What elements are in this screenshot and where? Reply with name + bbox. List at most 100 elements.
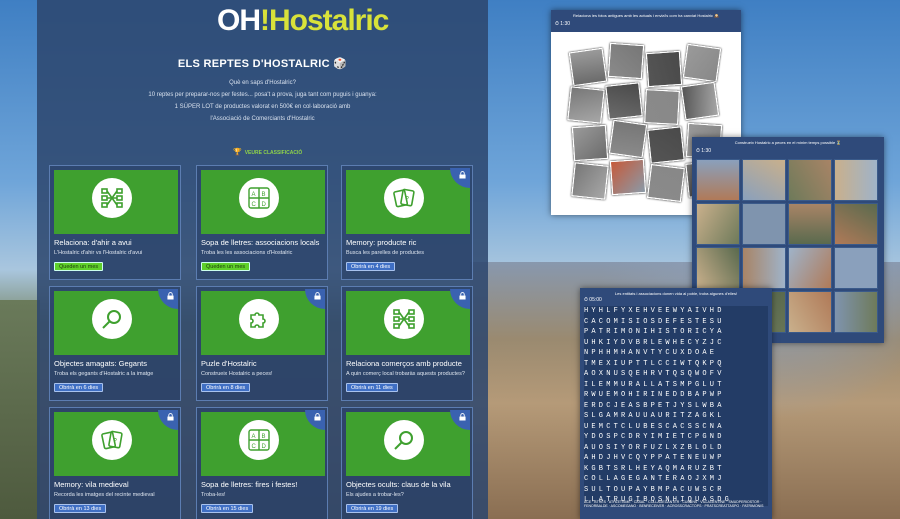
game-card[interactable]: A B C D Sopa de lletres: associacions locals… xyxy=(196,165,328,280)
old-photo[interactable] xyxy=(605,82,643,120)
svg-text:A: A xyxy=(252,434,256,440)
grid-row[interactable]: AUOSIYORFUZLXZBLOLD xyxy=(584,442,768,453)
card-status-badge[interactable]: Obrirà en 19 dies xyxy=(346,504,399,513)
grid-row[interactable]: COLLAGEGANTERAOJXMJ xyxy=(584,474,768,485)
grid-row[interactable]: ERDCJEASBPETJYSLWBA xyxy=(584,400,768,411)
old-photo[interactable] xyxy=(609,158,647,196)
card-status-badge[interactable]: Queden un mes xyxy=(54,262,104,271)
svg-text:?: ? xyxy=(113,438,117,445)
old-photo[interactable] xyxy=(647,126,685,164)
grid-row[interactable]: ILEMMURALLATSMPGLUT xyxy=(584,379,768,390)
puzzle-tile[interactable] xyxy=(788,203,832,245)
grid-row[interactable]: YDOSPCDRYIMIETCPGND xyxy=(584,432,768,443)
card-status-badge[interactable]: Obrirà en 13 dies xyxy=(54,504,107,513)
puzzle-tile[interactable] xyxy=(696,247,740,289)
game-card[interactable]: Objectes amagats: Gegants Troba els gegan… xyxy=(49,286,181,401)
puzzle-tile[interactable] xyxy=(696,203,740,245)
grid-row[interactable]: AHDJHVCQYPPATENEUWP xyxy=(584,453,768,464)
card-title: Relaciona comerços amb producte xyxy=(346,359,462,368)
card-description: Recorda les imatges del recinte medieval xyxy=(54,492,155,498)
grid-row[interactable]: SLGAMRAUUAURITZAGKL xyxy=(584,411,768,422)
game-card[interactable]: Relaciona comerços amb producte A quin co… xyxy=(341,286,473,401)
network-icon xyxy=(92,178,132,218)
abcd-icon: ABCD xyxy=(239,420,279,460)
game-card[interactable]: Puzle d'Hostalric Construeix Hostalric a … xyxy=(196,286,328,401)
puzzle-tile[interactable] xyxy=(742,159,786,201)
card-description: Troba-les! xyxy=(201,492,226,498)
puzzle-tile[interactable] xyxy=(788,159,832,201)
puzzle-tile[interactable] xyxy=(834,247,878,289)
svg-text:B: B xyxy=(262,434,266,440)
old-photo[interactable] xyxy=(680,81,720,121)
grid-row[interactable]: UHKIYDVBRLEWHECYZJC xyxy=(584,337,768,348)
grid-row[interactable]: RWUEMOHIRINEDDBAPWP xyxy=(584,390,768,401)
old-photo[interactable] xyxy=(571,124,609,162)
card-description: Els ajudes a trobar-les? xyxy=(346,492,404,498)
grid-row[interactable]: TMEXIUPTTLCCIWTQKPQ xyxy=(584,358,768,369)
old-photo[interactable] xyxy=(608,119,648,159)
classification-link[interactable]: 🏆 VEURE CLASSIFICACIÓ xyxy=(233,148,302,156)
grid-row[interactable]: SULTOUPAYBMPACUWSCR xyxy=(584,484,768,495)
card-status-badge[interactable]: Obrirà en 11 dies xyxy=(346,383,398,392)
card-title: Objectes amagats: Gegants xyxy=(54,359,147,368)
old-photo[interactable] xyxy=(645,50,683,88)
puzzle-tile[interactable] xyxy=(742,247,786,289)
card-description: Construeix Hostalric a peces! xyxy=(201,371,273,377)
letter-grid[interactable]: HYHLFYXEHVEEWYAIVHD CACOMISIOSDEFESTESU PA… xyxy=(584,306,768,506)
card-title: Sopa de lletres: associacions locals xyxy=(201,238,320,247)
puzzle-tile[interactable] xyxy=(834,159,878,201)
old-photo[interactable] xyxy=(568,47,608,87)
svg-text:C: C xyxy=(252,202,257,208)
game-card[interactable]: ? Memory: vila medieval Recorda les imatge… xyxy=(49,407,181,519)
card-status-badge[interactable]: Queden un mes xyxy=(201,262,251,271)
card-title: Memory: producte ric xyxy=(346,238,417,247)
card-title: Puzle d'Hostalric xyxy=(201,359,257,368)
grid-row[interactable]: AOXNUSQEHRVTQSQWOFV xyxy=(584,369,768,380)
game-card[interactable]: Relaciona: d'ahir a avui L'Hostalric d'ah… xyxy=(49,165,181,280)
old-photo[interactable] xyxy=(647,164,685,202)
card-title: Memory: vila medieval xyxy=(54,480,129,489)
grid-row[interactable]: NPHHMHANVTYCUXDOAE xyxy=(584,348,768,359)
card-status-badge[interactable]: Obrirà en 15 dies xyxy=(201,504,254,513)
card-description: Troba els gegants d'Hostalric a la imatg… xyxy=(54,371,154,377)
trophy-icon: 🏆 xyxy=(233,149,242,156)
intro-line-3: 1 SÚPER LOT de productes valorat en 500€… xyxy=(174,104,351,110)
intro-line-4: l'Associació de Comerciants d'Hostalric xyxy=(210,116,315,122)
svg-text:C: C xyxy=(252,444,257,450)
puzzle-tile[interactable] xyxy=(788,291,832,333)
intro-line-1: Què en saps d'Hostalric? xyxy=(229,80,296,86)
grid-row[interactable]: PATRIMONIHISTORICYA xyxy=(584,327,768,338)
puzzle-tile[interactable] xyxy=(742,203,786,245)
card-title: Objectes ocults: claus de la vila xyxy=(346,480,451,489)
puzzle-tile[interactable] xyxy=(834,203,878,245)
puzzle-tile[interactable] xyxy=(696,159,740,201)
game-card[interactable]: Objectes ocults: claus de la vila Els aju… xyxy=(341,407,473,519)
background-landscape-left xyxy=(0,300,40,519)
old-photo[interactable] xyxy=(607,42,645,80)
card-status-badge[interactable]: Obrirà en 8 dies xyxy=(201,383,251,392)
grid-row[interactable]: CACOMISIOSDEFESTESU xyxy=(584,316,768,327)
card-status-badge[interactable]: Obrirà en 6 dies xyxy=(54,383,104,392)
game-card[interactable]: ? Memory: producte ric Busca les parelles … xyxy=(341,165,473,280)
card-title: Relaciona: d'ahir a avui xyxy=(54,238,132,247)
game-card[interactable]: A B C D Sopa de lletres: fires i festes! Trob… xyxy=(196,407,328,519)
old-photo[interactable] xyxy=(682,43,722,83)
grid-row[interactable]: UEMCTCLUBESCACSSCNA xyxy=(584,421,768,432)
card-description: A quin comerç local trobaràs aquests pro… xyxy=(346,371,465,377)
magnifier-icon xyxy=(384,420,424,460)
old-photo[interactable] xyxy=(644,89,680,125)
puzzle-tile[interactable] xyxy=(834,291,878,333)
card-title: Sopa de lletres: fires i festes! xyxy=(201,480,298,489)
puzzle-icon xyxy=(239,299,279,339)
grid-row[interactable]: HYHLFYXEHVEEWYAIVHD xyxy=(584,306,768,317)
svg-text:B: B xyxy=(262,192,266,198)
abcd-icon: ABCD xyxy=(239,178,279,218)
grid-row[interactable]: KGBTSRLHEYAQMARUZBT xyxy=(584,463,768,474)
puzzle-tile[interactable] xyxy=(788,247,832,289)
cards-icon: ? xyxy=(92,420,132,460)
card-description: Busca les parelles de productes xyxy=(346,250,424,256)
card-status-badge[interactable]: Obrirà en 4 dies xyxy=(346,262,396,271)
svg-text:A: A xyxy=(252,192,256,198)
old-photo[interactable] xyxy=(567,86,605,124)
old-photo[interactable] xyxy=(571,162,609,200)
